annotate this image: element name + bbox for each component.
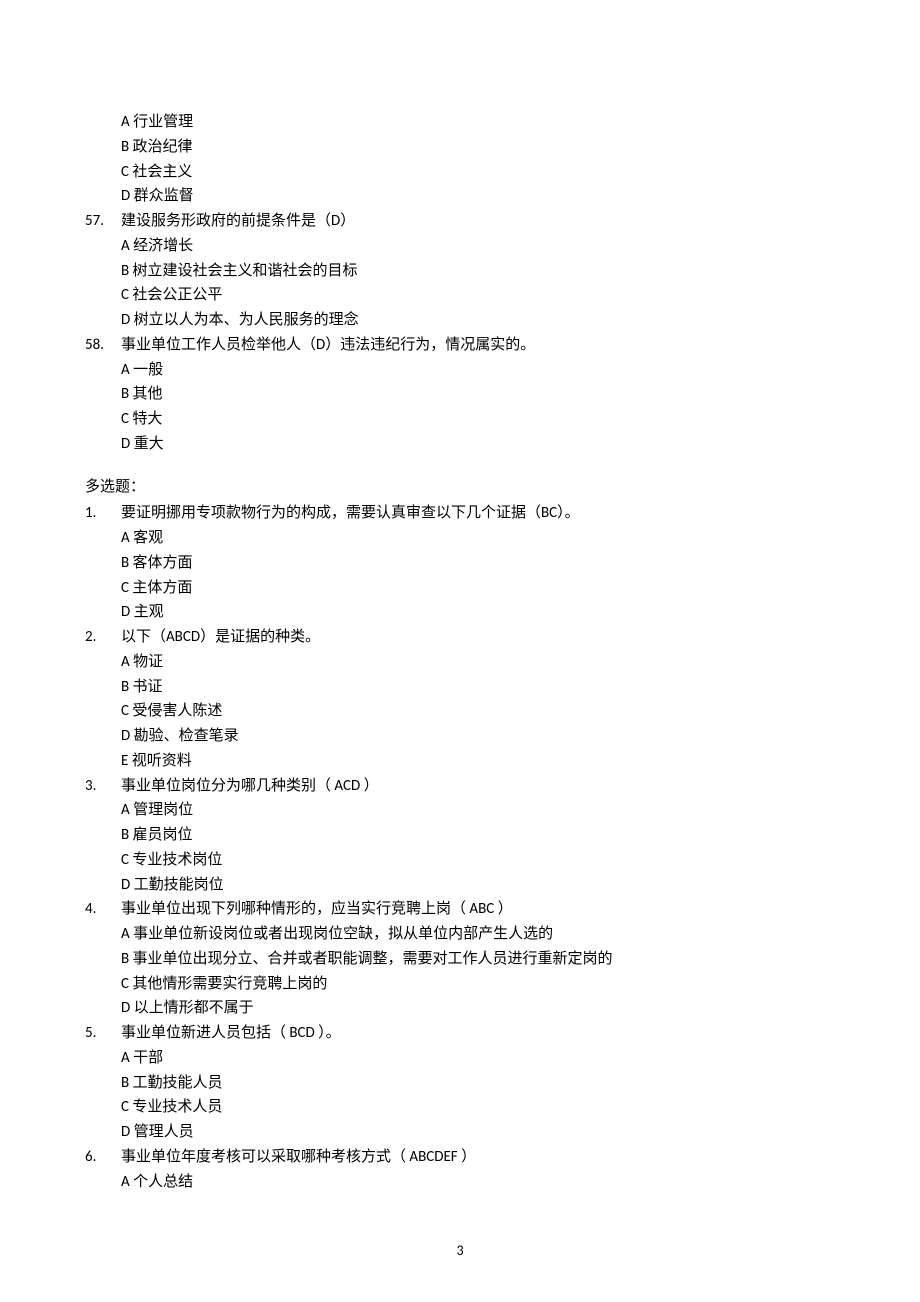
- option-line: A 客观: [121, 526, 835, 551]
- multi-question-2-options: A 物证 B 书证 C 受侵害人陈述 D 勘验、检查笔录 E 视听资料: [85, 650, 835, 774]
- option-line: B 客体方面: [121, 551, 835, 576]
- option-line: D 重大: [121, 432, 835, 457]
- question-number: 6.: [85, 1145, 121, 1170]
- multi-question-6: 6. 事业单位年度考核可以采取哪种考核方式（ ABCDEF ）: [85, 1145, 835, 1170]
- option-line: B 工勤技能人员: [121, 1071, 835, 1096]
- option-line: B 雇员岗位: [121, 823, 835, 848]
- question-stem: 事业单位出现下列哪种情形的，应当实行竞聘上岗（ ABC ）: [121, 897, 835, 922]
- question-stem: 事业单位年度考核可以采取哪种考核方式（ ABCDEF ）: [121, 1145, 835, 1170]
- option-line: A 个人总结: [121, 1170, 835, 1195]
- option-line: D 以上情形都不属于: [121, 996, 835, 1021]
- option-line: A 一般: [121, 358, 835, 383]
- multi-question-5-options: A 干部 B 工勤技能人员 C 专业技术人员 D 管理人员: [85, 1046, 835, 1145]
- option-line: E 视听资料: [121, 749, 835, 774]
- option-line: B 政治纪律: [121, 135, 835, 160]
- option-line: C 主体方面: [121, 576, 835, 601]
- option-line: C 受侵害人陈述: [121, 699, 835, 724]
- question-stem: 以下（ABCD）是证据的种类。: [121, 625, 835, 650]
- multi-question-1-options: A 客观 B 客体方面 C 主体方面 D 主观: [85, 526, 835, 625]
- option-line: A 管理岗位: [121, 798, 835, 823]
- question-stem: 事业单位岗位分为哪几种类别（ ACD ）: [121, 774, 835, 799]
- option-line: C 社会主义: [121, 160, 835, 185]
- question-number: 2.: [85, 625, 121, 650]
- option-line: A 行业管理: [121, 110, 835, 135]
- option-line: D 主观: [121, 600, 835, 625]
- option-line: A 事业单位新设岗位或者出现岗位空缺，拟从单位内部产生人选的: [121, 922, 835, 947]
- option-line: D 勘验、检查笔录: [121, 724, 835, 749]
- option-line: C 专业技术人员: [121, 1095, 835, 1120]
- page-number: 3: [0, 1239, 920, 1262]
- option-line: C 特大: [121, 407, 835, 432]
- question-stem: 要证明挪用专项款物行为的构成，需要认真审查以下几个证据（BC）。: [121, 501, 835, 526]
- question-stem: 事业单位新进人员包括（ BCD ）。: [121, 1021, 835, 1046]
- question-57: 57. 建设服务形政府的前提条件是（D）: [85, 209, 835, 234]
- question-number: 1.: [85, 501, 121, 526]
- question-number: 3.: [85, 774, 121, 799]
- option-line: A 物证: [121, 650, 835, 675]
- question-stem: 建设服务形政府的前提条件是（D）: [121, 209, 835, 234]
- option-line: C 社会公正公平: [121, 283, 835, 308]
- option-line: C 其他情形需要实行竞聘上岗的: [121, 972, 835, 997]
- option-line: D 树立以人为本、为人民服务的理念: [121, 308, 835, 333]
- multi-question-4-options: A 事业单位新设岗位或者出现岗位空缺，拟从单位内部产生人选的 B 事业单位出现分…: [85, 922, 835, 1021]
- option-line: D 群众监督: [121, 184, 835, 209]
- multi-question-3-options: A 管理岗位 B 雇员岗位 C 专业技术岗位 D 工勤技能岗位: [85, 798, 835, 897]
- multi-question-1: 1. 要证明挪用专项款物行为的构成，需要认真审查以下几个证据（BC）。: [85, 501, 835, 526]
- question-57-options: A 经济增长 B 树立建设社会主义和谐社会的目标 C 社会公正公平 D 树立以人…: [85, 234, 835, 333]
- previous-question-options: A 行业管理 B 政治纪律 C 社会主义 D 群众监督: [85, 110, 835, 209]
- option-line: D 管理人员: [121, 1120, 835, 1145]
- multi-question-3: 3. 事业单位岗位分为哪几种类别（ ACD ）: [85, 774, 835, 799]
- multi-choice-header: 多选题：: [85, 475, 835, 500]
- option-line: B 事业单位出现分立、合并或者职能调整，需要对工作人员进行重新定岗的: [121, 947, 835, 972]
- option-line: B 书证: [121, 675, 835, 700]
- question-number: 4.: [85, 897, 121, 922]
- option-line: A 经济增长: [121, 234, 835, 259]
- option-line: D 工勤技能岗位: [121, 873, 835, 898]
- multi-question-4: 4. 事业单位出现下列哪种情形的，应当实行竞聘上岗（ ABC ）: [85, 897, 835, 922]
- question-stem: 事业单位工作人员检举他人（D）违法违纪行为，情况属实的。: [121, 333, 835, 358]
- option-line: C 专业技术岗位: [121, 848, 835, 873]
- question-number: 57.: [85, 209, 121, 234]
- question-number: 58.: [85, 333, 121, 358]
- question-58: 58. 事业单位工作人员检举他人（D）违法违纪行为，情况属实的。: [85, 333, 835, 358]
- option-line: B 树立建设社会主义和谐社会的目标: [121, 259, 835, 284]
- multi-question-5: 5. 事业单位新进人员包括（ BCD ）。: [85, 1021, 835, 1046]
- option-line: A 干部: [121, 1046, 835, 1071]
- multi-question-6-options: A 个人总结: [85, 1170, 835, 1195]
- question-number: 5.: [85, 1021, 121, 1046]
- multi-question-2: 2. 以下（ABCD）是证据的种类。: [85, 625, 835, 650]
- question-58-options: A 一般 B 其他 C 特大 D 重大: [85, 358, 835, 457]
- option-line: B 其他: [121, 382, 835, 407]
- document-page: A 行业管理 B 政治纪律 C 社会主义 D 群众监督 57. 建设服务形政府的…: [0, 0, 920, 1302]
